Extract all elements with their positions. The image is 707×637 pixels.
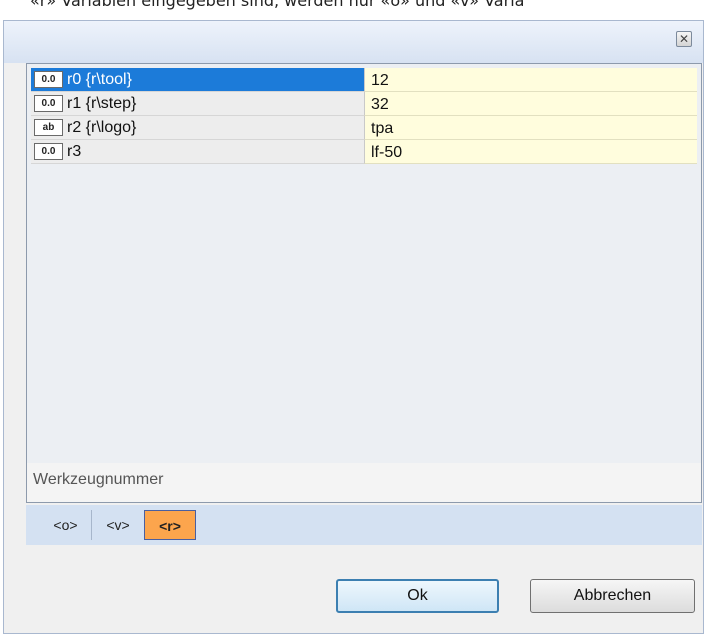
variable-name: r2 {r\logo} xyxy=(67,119,137,136)
numeric-type-icon: 0.0 xyxy=(34,95,63,112)
variable-value: 12 xyxy=(371,72,389,89)
variable-value: lf-50 xyxy=(371,144,403,161)
dialog-footer: Ok Abbrechen xyxy=(4,549,703,633)
variable-value-cell[interactable]: 12 xyxy=(364,68,697,92)
variable-row[interactable]: ab r2 {r\logo} tpa xyxy=(31,116,697,140)
background-doc-text: «r» Variablen eingegeben sind, werden nu… xyxy=(30,0,525,10)
variable-name-cell[interactable]: ab r2 {r\logo} xyxy=(31,116,364,140)
variable-value: 32 xyxy=(371,96,389,113)
variable-description: Werkzeugnummer xyxy=(33,471,164,488)
variable-name-cell[interactable]: 0.0 r3 xyxy=(31,140,364,164)
dialog-header: ✕ xyxy=(4,21,703,63)
variable-name: r1 {r\step} xyxy=(67,95,137,112)
variable-value-cell[interactable]: lf-50 xyxy=(364,140,697,164)
cancel-button[interactable]: Abbrechen xyxy=(530,579,695,613)
close-icon[interactable]: ✕ xyxy=(676,31,692,47)
variable-row[interactable]: 0.0 r3 lf-50 xyxy=(31,140,697,164)
numeric-type-icon: 0.0 xyxy=(34,143,63,160)
variable-name-cell[interactable]: 0.0 r1 {r\step} xyxy=(31,92,364,116)
variable-name-cell[interactable]: 0.0 r0 {r\tool} xyxy=(31,68,364,92)
variable-name: r0 {r\tool} xyxy=(67,71,132,88)
tab-v-variables[interactable]: <v> xyxy=(92,510,144,540)
tab-r-variables[interactable]: <r> xyxy=(144,510,196,540)
variables-dialog: ✕ 0.0 r0 {r\tool} 12 0.0 r1 {r\step} 32 … xyxy=(3,20,704,634)
description-box: Werkzeugnummer xyxy=(26,463,702,503)
ok-button[interactable]: Ok xyxy=(336,579,499,613)
tab-o-variables[interactable]: <o> xyxy=(40,510,92,540)
variable-value-cell[interactable]: 32 xyxy=(364,92,697,116)
variable-row[interactable]: 0.0 r0 {r\tool} 12 xyxy=(31,68,697,92)
variable-type-tabs: <o> <v> <r> xyxy=(26,505,702,545)
variable-value-cell[interactable]: tpa xyxy=(364,116,697,140)
variable-name: r3 xyxy=(67,143,82,160)
string-type-icon: ab xyxy=(34,119,63,136)
variable-row[interactable]: 0.0 r1 {r\step} 32 xyxy=(31,92,697,116)
numeric-type-icon: 0.0 xyxy=(34,71,63,88)
variables-grid: 0.0 r0 {r\tool} 12 0.0 r1 {r\step} 32 ab… xyxy=(26,63,702,488)
variable-value: tpa xyxy=(371,120,394,137)
